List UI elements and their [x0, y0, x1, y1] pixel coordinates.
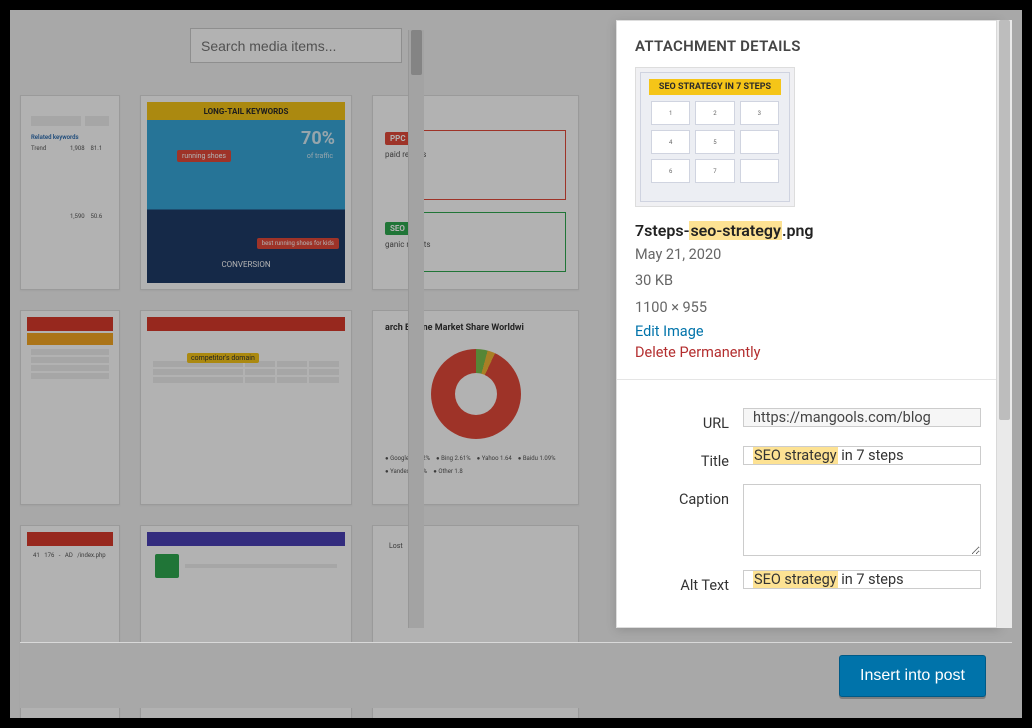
url-label: URL — [635, 408, 743, 432]
panel-title: ATTACHMENT DETAILS — [617, 21, 999, 67]
alt-text-label: Alt Text — [635, 570, 743, 594]
attachment-filename: 7steps-seo-strategy.png — [635, 221, 981, 240]
caption-field[interactable] — [743, 484, 981, 556]
edit-image-link[interactable]: Edit Image — [635, 323, 981, 340]
attachment-preview: SEO STRATEGY IN 7 STEPS 123 45 67 — [635, 67, 795, 207]
attachment-size: 30 KB — [635, 270, 981, 292]
delete-permanently-link[interactable]: Delete Permanently — [635, 344, 981, 361]
attachment-details-panel: ATTACHMENT DETAILS SEO STRATEGY IN 7 STE… — [616, 20, 1000, 628]
alt-text-field[interactable]: SEO strategy in 7 steps — [743, 570, 981, 589]
attachment-date: May 21, 2020 — [635, 244, 981, 266]
insert-into-post-button[interactable]: Insert into post — [839, 655, 986, 697]
attachment-dimensions: 1100 × 955 — [635, 297, 981, 319]
panel-scrollbar[interactable] — [996, 20, 1012, 628]
caption-label: Caption — [635, 484, 743, 508]
url-field[interactable]: https://mangools.com/blog — [743, 408, 981, 427]
footer-bar: Insert into post — [20, 642, 1012, 708]
title-label: Title — [635, 446, 743, 470]
title-field[interactable]: SEO strategy in 7 steps — [743, 446, 981, 465]
